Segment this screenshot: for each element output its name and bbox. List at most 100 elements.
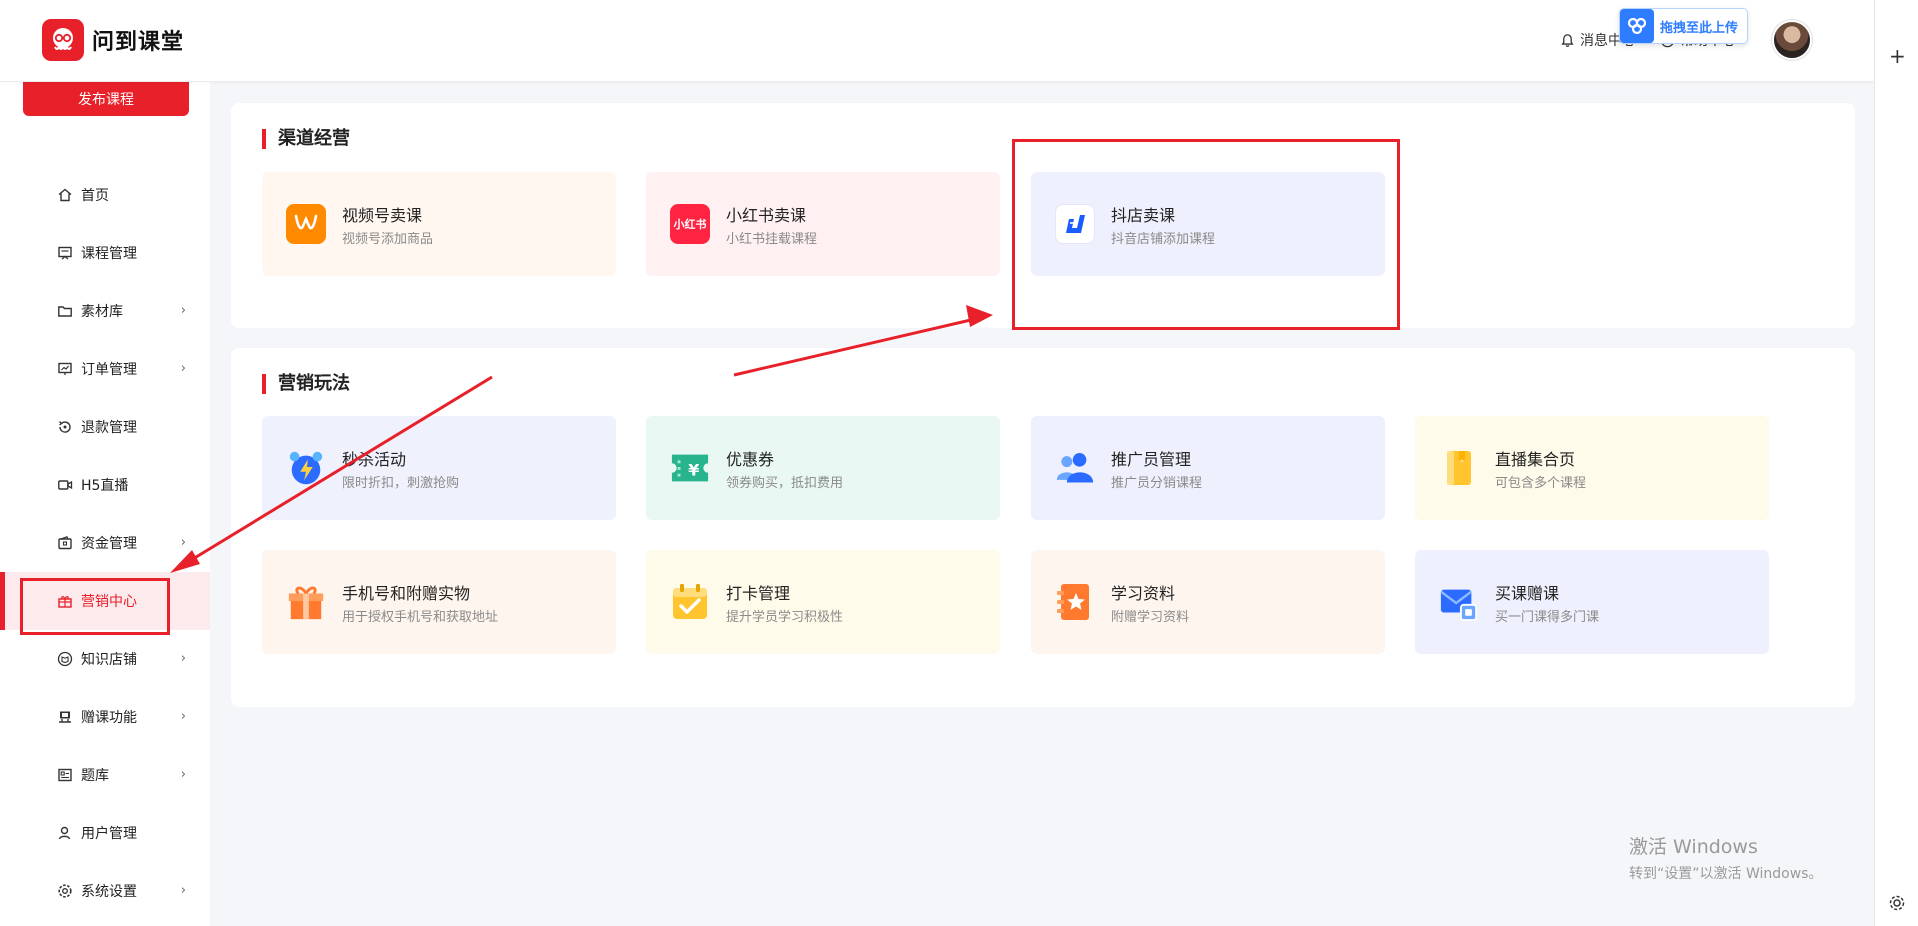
- sidebar-item-label: H5直播: [81, 478, 129, 494]
- card-title: 视频号卖课: [342, 206, 423, 225]
- sidebar-item-system-settings[interactable]: 系统设置 ›: [0, 862, 210, 920]
- card-channels-sell[interactable]: 视频号卖课 视频号添加商品: [262, 172, 616, 276]
- study-material-icon: [1055, 582, 1095, 622]
- brand-name: 问到课堂: [92, 30, 185, 55]
- upload-badge-label: 拖拽至此上传: [1660, 20, 1739, 36]
- right-tool-strip: +: [1874, 0, 1918, 926]
- baidu-cloud-icon: [1620, 9, 1654, 43]
- card-buy-gift-course[interactable]: 买课赠课 买一门课得多门课: [1415, 550, 1769, 654]
- sidebar-item-label: 资金管理: [81, 536, 137, 552]
- douyin-shop-icon: [1055, 204, 1095, 244]
- card-desc: 用于授权手机号和获取地址: [342, 610, 499, 625]
- user-icon: [57, 825, 73, 841]
- sidebar-item-h5-live[interactable]: H5直播: [0, 456, 210, 514]
- card-desc: 视频号添加商品: [342, 232, 434, 247]
- sidebar-nav: 首页 课程管理 素材库 › 订单管理 › 退款管理 H5直播 资金管理 › 营销…: [0, 166, 210, 920]
- octopus-logo-icon: [42, 19, 84, 61]
- section-title: 营销玩法: [262, 374, 350, 394]
- card-title: 打卡管理: [726, 584, 791, 603]
- sidebar-item-materials[interactable]: 素材库 ›: [0, 282, 210, 340]
- gear-icon[interactable]: [1888, 894, 1906, 912]
- shop-icon: [57, 651, 73, 667]
- card-study-materials[interactable]: 学习资料 附赠学习资料: [1031, 550, 1385, 654]
- card-desc: 提升学员学习积极性: [726, 610, 844, 625]
- xiaohongshu-icon: 小红书: [670, 204, 710, 244]
- sidebar-item-knowledge-shop[interactable]: 知识店铺 ›: [0, 630, 210, 688]
- chevron-right-icon: ›: [180, 709, 186, 724]
- sidebar-item-label: 知识店铺: [81, 652, 137, 668]
- drag-upload-badge[interactable]: 拖拽至此上传: [1619, 8, 1748, 44]
- buy-gift-icon: [1439, 582, 1479, 622]
- card-desc: 买一门课得多门课: [1495, 610, 1600, 625]
- chevron-right-icon: ›: [180, 303, 186, 318]
- sidebar-item-funds[interactable]: 资金管理 ›: [0, 514, 210, 572]
- live-icon: [57, 477, 73, 493]
- card-title: 买课赠课: [1495, 584, 1560, 603]
- sidebar-item-user-management[interactable]: 用户管理: [0, 804, 210, 862]
- sidebar-item-label: 赠课功能: [81, 710, 137, 726]
- card-title: 推广员管理: [1111, 450, 1192, 469]
- course-icon: [57, 245, 73, 261]
- svg-text:¥: ¥: [688, 461, 700, 480]
- card-desc: 可包含多个课程: [1495, 476, 1587, 491]
- bell-icon: [1561, 33, 1574, 47]
- quiz-icon: [57, 767, 73, 783]
- card-title: 手机号和附赠实物: [342, 584, 471, 603]
- user-avatar[interactable]: [1772, 20, 1812, 60]
- card-checkin[interactable]: 打卡管理 提升学员学习积极性: [646, 550, 1000, 654]
- marketing-panel: 营销玩法 秒杀活动 限时折扣，刺激抢购 ¥ 优惠券 领券购买，抵扣费用 推广员管…: [231, 348, 1855, 707]
- sidebar: 发布课程 首页 课程管理 素材库 › 订单管理 › 退款管理 H5直播 资金管理…: [0, 82, 210, 926]
- card-phone-and-gifts[interactable]: 手机号和附赠实物 用于授权手机号和获取地址: [262, 550, 616, 654]
- card-desc: 限时折扣，刺激抢购: [342, 476, 460, 491]
- card-title: 直播集合页: [1495, 450, 1576, 469]
- sidebar-item-home[interactable]: 首页: [0, 166, 210, 224]
- sidebar-item-label: 系统设置: [81, 884, 137, 900]
- sidebar-item-label: 订单管理: [81, 362, 137, 378]
- sidebar-item-label: 营销中心: [81, 594, 137, 610]
- chevron-right-icon: ›: [180, 535, 186, 550]
- checkin-icon: [670, 582, 710, 622]
- card-title: 秒杀活动: [342, 450, 407, 469]
- sidebar-item-label: 题库: [81, 768, 109, 784]
- sidebar-item-label: 退款管理: [81, 420, 137, 436]
- alarm-clock-icon: [286, 448, 326, 488]
- card-promoters[interactable]: 推广员管理 推广员分销课程: [1031, 416, 1385, 520]
- sidebar-item-marketing-center[interactable]: 营销中心: [0, 572, 210, 630]
- sidebar-item-label: 素材库: [81, 304, 123, 320]
- channels-icon: [286, 204, 326, 244]
- sidebar-item-refunds[interactable]: 退款管理: [0, 398, 210, 456]
- chevron-right-icon: ›: [180, 767, 186, 782]
- card-douyin-shop-sell[interactable]: 抖店卖课 抖音店铺添加课程: [1031, 172, 1385, 276]
- card-desc: 推广员分销课程: [1111, 476, 1203, 491]
- sidebar-item-gift-courses[interactable]: 赠课功能 ›: [0, 688, 210, 746]
- present-icon: [57, 709, 73, 725]
- main-content: 渠道经营 视频号卖课 视频号添加商品 小红书 小红书卖课 小红书挂载课程 抖店卖…: [210, 82, 1874, 926]
- chevron-right-icon: ›: [180, 651, 186, 666]
- card-coupon[interactable]: ¥ 优惠券 领券购买，抵扣费用: [646, 416, 1000, 520]
- card-title: 学习资料: [1111, 584, 1176, 603]
- chevron-right-icon: ›: [180, 361, 186, 376]
- sidebar-item-label: 课程管理: [81, 246, 137, 262]
- card-desc: 领券购买，抵扣费用: [726, 476, 844, 491]
- card-title: 小红书卖课: [726, 206, 807, 225]
- brand-logo[interactable]: 问到课堂: [42, 19, 184, 61]
- card-desc: 小红书挂载课程: [726, 232, 818, 247]
- card-flash-sale[interactable]: 秒杀活动 限时折扣，刺激抢购: [262, 416, 616, 520]
- section-title: 渠道经营: [262, 129, 350, 149]
- settings-icon: [57, 883, 73, 899]
- sidebar-item-label: 首页: [81, 188, 109, 204]
- live-collection-icon: [1439, 448, 1479, 488]
- sidebar-item-label: 用户管理: [81, 826, 137, 842]
- card-xiaohongshu-sell[interactable]: 小红书 小红书卖课 小红书挂载课程: [646, 172, 1000, 276]
- gift-box-icon: [286, 582, 326, 622]
- home-icon: [57, 187, 73, 203]
- publish-course-button[interactable]: 发布课程: [23, 82, 189, 116]
- card-live-collection[interactable]: 直播集合页 可包含多个课程: [1415, 416, 1769, 520]
- card-desc: 附赠学习资料: [1111, 610, 1190, 625]
- sidebar-item-question-bank[interactable]: 题库 ›: [0, 746, 210, 804]
- plus-icon[interactable]: +: [1889, 44, 1906, 68]
- sidebar-item-orders[interactable]: 订单管理 ›: [0, 340, 210, 398]
- card-title: 抖店卖课: [1111, 206, 1176, 225]
- sidebar-item-course-management[interactable]: 课程管理: [0, 224, 210, 282]
- card-desc: 抖音店铺添加课程: [1111, 232, 1216, 247]
